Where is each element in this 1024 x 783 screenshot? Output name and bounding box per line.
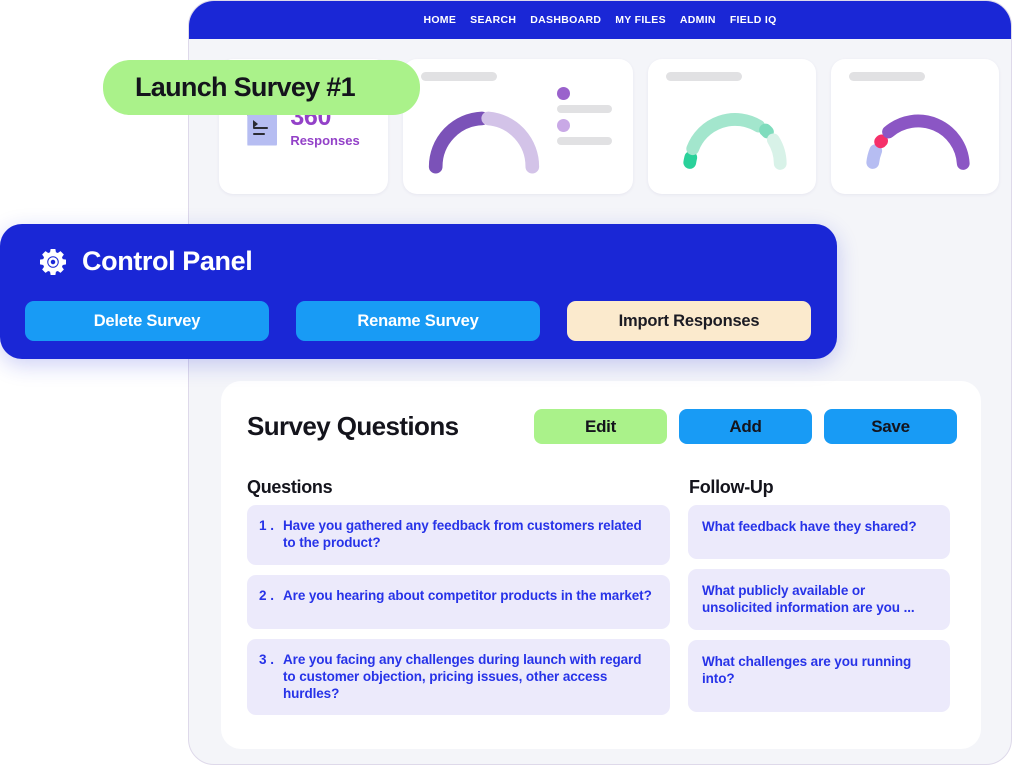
top-navigation: HOME SEARCH DASHBOARD MY FILES ADMIN FIE… — [189, 1, 1011, 39]
placeholder-title-bar-2 — [666, 72, 742, 81]
followup-row-1[interactable]: What feedback have they shared? — [688, 505, 950, 559]
question-row-1[interactable]: 1 . Have you gathered any feedback from … — [247, 505, 670, 565]
followup-row-2[interactable]: What publicly available or unsolicited i… — [688, 569, 950, 630]
gauge-chart-3 — [859, 91, 977, 171]
legend-bar-secondary — [557, 137, 612, 145]
question-text: Have you gathered any feedback from cust… — [283, 518, 642, 551]
nav-link-search[interactable]: SEARCH — [470, 14, 516, 26]
questions-lists: 1 . Have you gathered any feedback from … — [247, 505, 957, 716]
question-row-3[interactable]: 3 . Are you facing any challenges during… — [247, 638, 670, 716]
column-header-followup: Follow-Up — [689, 477, 774, 497]
rename-survey-button[interactable]: Rename Survey — [296, 301, 540, 341]
edit-button[interactable]: Edit — [534, 409, 667, 444]
save-button[interactable]: Save — [824, 409, 957, 444]
card-gauge-1[interactable] — [403, 59, 633, 194]
question-number: 1 . — [259, 518, 275, 533]
placeholder-title-bar-3 — [849, 72, 925, 81]
gauge-chart-2 — [676, 91, 794, 171]
gauge-chart-1 — [421, 91, 547, 174]
legend-row-2 — [557, 119, 617, 145]
column-headers: Questions Follow-Up — [247, 477, 957, 498]
questions-column: 1 . Have you gathered any feedback from … — [247, 505, 670, 716]
control-panel-buttons: Delete Survey Rename Survey Import Respo… — [25, 301, 1024, 341]
import-responses-button[interactable]: Import Responses — [567, 301, 811, 341]
gauge-3-svg — [866, 114, 970, 170]
screenshot-root: HOME SEARCH DASHBOARD MY FILES ADMIN FIE… — [0, 0, 1024, 783]
control-panel-title: Control Panel — [82, 246, 253, 276]
legend-dot-secondary — [557, 119, 570, 132]
add-button[interactable]: Add — [679, 409, 812, 444]
nav-link-admin[interactable]: ADMIN — [680, 14, 716, 26]
nav-link-home[interactable]: HOME — [423, 14, 456, 26]
survey-questions-panel: Survey Questions Edit Add Save Questions… — [221, 381, 981, 749]
gear-icon — [40, 248, 66, 275]
survey-actions: Edit Add Save — [534, 409, 957, 444]
legend-bar-primary — [557, 105, 612, 113]
question-row-2[interactable]: 2 . Are you hearing about competitor pro… — [247, 574, 670, 629]
followup-row-3[interactable]: What challenges are you running into? — [688, 639, 950, 712]
placeholder-title-bar-1 — [421, 72, 497, 81]
launch-survey-label: Launch Survey #1 — [135, 72, 356, 102]
column-header-questions: Questions — [247, 477, 333, 497]
nav-link-my-files[interactable]: MY FILES — [615, 14, 666, 26]
gauge-1-legend — [557, 87, 617, 151]
card-gauge-2[interactable] — [648, 59, 816, 194]
card-gauge-3[interactable] — [831, 59, 999, 194]
page-title: Survey Questions — [247, 411, 459, 441]
gauge-1-svg — [428, 111, 540, 174]
delete-survey-button[interactable]: Delete Survey — [25, 301, 269, 341]
legend-row-1 — [557, 87, 617, 113]
question-text: Are you hearing about competitor product… — [283, 587, 652, 603]
launch-survey-badge[interactable]: Launch Survey #1 — [103, 60, 420, 115]
question-text: Are you facing any challenges during lau… — [283, 651, 642, 702]
followup-column: What feedback have they shared? What pub… — [688, 505, 950, 715]
legend-dot-primary — [557, 87, 570, 100]
responses-label: Responses — [290, 133, 360, 148]
question-number: 2 . — [259, 587, 275, 603]
gauge-2-svg — [683, 113, 787, 170]
nav-link-dashboard[interactable]: DASHBOARD — [530, 14, 601, 26]
question-number: 3 . — [259, 651, 275, 667]
control-panel-header: Control Panel — [38, 246, 253, 277]
survey-questions-header: Survey Questions Edit Add Save — [247, 409, 957, 444]
nav-link-field-iq[interactable]: FIELD IQ — [730, 14, 777, 26]
